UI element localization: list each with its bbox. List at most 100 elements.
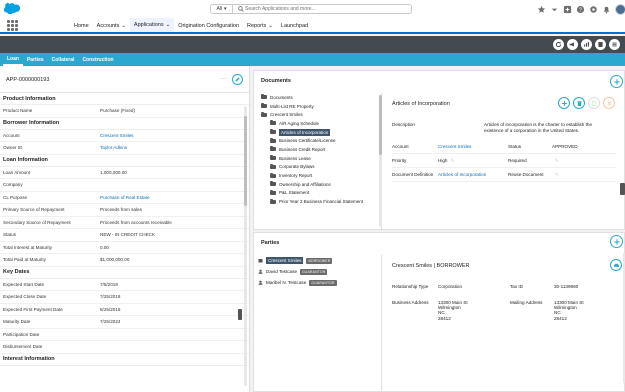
tree-item[interactable]: Business Lease xyxy=(254,154,381,163)
chevron-down-icon[interactable]: ⌄ xyxy=(268,23,273,29)
tab-parties[interactable]: Parties xyxy=(23,53,48,66)
tax-id-value: 30-1139960 xyxy=(554,284,579,289)
add-icon[interactable] xyxy=(563,5,572,14)
panel-resize-handle[interactable] xyxy=(238,309,242,320)
edit-button[interactable] xyxy=(232,74,243,85)
address-line: 28412 xyxy=(554,315,567,321)
nav-item[interactable]: Origination Configuration xyxy=(174,18,243,34)
field-label: Product Name xyxy=(3,108,33,114)
tree-item[interactable]: Business Credit Report xyxy=(254,145,381,154)
required-label: Required xyxy=(508,158,527,163)
tree-item[interactable]: Crescent Smiles xyxy=(254,110,381,119)
party-item[interactable]: Crescent Smiles BORROWER xyxy=(254,255,381,266)
help-icon[interactable]: ? xyxy=(576,5,585,14)
salesforce-logo[interactable] xyxy=(4,3,21,15)
tree-item[interactable]: Ownership and Affiliations xyxy=(254,180,381,189)
field-link[interactable]: Crescent Smiles xyxy=(100,133,133,138)
pencil-icon[interactable]: ✎ xyxy=(555,172,559,177)
field-label: Total Interest at Maturity xyxy=(3,244,53,250)
tab-construction[interactable]: Construction xyxy=(78,53,117,66)
search-input[interactable] xyxy=(245,5,411,13)
address-line: 28412 xyxy=(438,315,451,321)
nav-item[interactable]: Reports ⌄ xyxy=(243,18,277,34)
document-detail-title: Articles of Incorporation xyxy=(392,101,450,107)
tree-scrollbar[interactable] xyxy=(379,95,382,227)
folder-icon xyxy=(270,146,276,152)
party-item[interactable]: David Testcase GUARANTOR xyxy=(254,266,381,277)
tab-loan[interactable]: Loan xyxy=(3,53,23,66)
search-scope-dropdown[interactable]: All ▾ xyxy=(211,5,233,13)
field-link[interactable]: Taylor Adkins xyxy=(100,145,127,150)
global-search: All ▾ xyxy=(210,4,412,14)
settings-icon[interactable] xyxy=(589,5,598,14)
business-address-label: Business Address xyxy=(392,300,429,305)
refresh-icon[interactable] xyxy=(553,39,564,50)
plus-icon xyxy=(613,78,620,85)
stats-icon[interactable] xyxy=(581,39,592,50)
field-row: Company xyxy=(0,179,249,192)
tree-item-label: Crescent Smiles xyxy=(270,112,303,118)
field-row: Disbursement Date xyxy=(0,341,249,354)
upload-button[interactable] xyxy=(558,97,570,109)
party-name: Crescent Smiles xyxy=(266,257,304,264)
party-item[interactable]: Maribel N. Testcase GUARANTOR xyxy=(254,277,381,288)
scrollbar[interactable] xyxy=(244,106,247,386)
app-nav-bar: Home Accounts ⌄ Applications ⌄ Origination Co… xyxy=(0,18,625,34)
nav-item[interactable]: Applications ⌄ xyxy=(129,18,175,34)
plus-icon xyxy=(613,238,620,245)
nav-item[interactable]: Home xyxy=(70,18,93,34)
tree-item[interactable]: Multi-List RE Property xyxy=(254,102,381,111)
field-value: NEW - IN CREDIT CHECK xyxy=(100,232,156,238)
nav-item[interactable]: Launchpad xyxy=(277,18,312,34)
app-launcher-icon[interactable] xyxy=(7,20,18,31)
party-detail: Crescent Smiles | BORROWER Relationship … xyxy=(384,255,624,391)
description-label: Description xyxy=(392,122,415,127)
tree-item[interactable]: Documents xyxy=(254,93,381,102)
view-party-button[interactable] xyxy=(610,259,622,271)
announcement-icon[interactable] xyxy=(567,39,578,50)
tree-item[interactable]: P&L Statement xyxy=(254,189,381,198)
panel-resize-handle[interactable] xyxy=(620,183,625,195)
copy-button[interactable] xyxy=(588,97,600,109)
business-address-value: 13300 Main St Wilmington NC 28412 xyxy=(438,300,510,321)
account-link[interactable]: Crescent Smiles xyxy=(438,144,508,149)
field-row: Participation Date xyxy=(0,329,249,341)
reject-button[interactable] xyxy=(603,97,615,109)
trash-icon xyxy=(576,100,582,106)
book-icon[interactable] xyxy=(595,39,606,50)
pencil-icon[interactable]: ✎ xyxy=(450,158,454,163)
field-value: 7/25/2018 xyxy=(100,294,121,300)
add-party-button[interactable] xyxy=(610,235,623,248)
pencil-icon[interactable]: ✎ xyxy=(555,158,559,163)
field-label: Owner ID xyxy=(3,145,23,151)
reuse-document-label: Reuse Document xyxy=(508,172,544,177)
more-actions-icon[interactable]: ··· xyxy=(220,76,226,82)
favorites-menu-icon[interactable] xyxy=(550,5,559,14)
tree-item[interactable]: Inventory Report xyxy=(254,171,381,180)
folder-icon xyxy=(270,163,276,169)
header-utility-icons: ? xyxy=(537,4,625,15)
field-label: Maturity Date xyxy=(3,319,31,325)
add-document-button[interactable] xyxy=(610,75,623,88)
tree-item[interactable]: Business Certificate/License xyxy=(254,136,381,145)
nav-item[interactable]: Accounts ⌄ xyxy=(93,18,130,34)
notifications-icon[interactable] xyxy=(602,5,611,14)
party-role-badge: GUARANTOR xyxy=(309,279,337,286)
document-definition-link[interactable]: Articles of Incorporation xyxy=(438,172,508,177)
tree-item[interactable]: Prior Year 2 Business Financial Statemen… xyxy=(254,197,381,206)
field-row: Status NEW - IN CREDIT CHECK xyxy=(0,229,249,242)
field-link[interactable]: Purchase of Real Estate xyxy=(100,195,150,200)
chevron-down-icon[interactable]: ⌄ xyxy=(166,22,171,28)
tab-collateral[interactable]: Collateral xyxy=(48,53,79,66)
field-label: Participation Date xyxy=(3,331,40,337)
section-title: Key Dates xyxy=(0,267,249,279)
chevron-down-icon[interactable]: ⌄ xyxy=(121,23,126,29)
tree-item[interactable]: Articles of Incorporation xyxy=(254,128,381,137)
folder-icon xyxy=(270,155,276,161)
favorites-icon[interactable] xyxy=(537,5,546,14)
user-avatar[interactable] xyxy=(615,4,625,15)
menu-icon[interactable] xyxy=(609,39,620,50)
delete-button[interactable] xyxy=(573,97,585,109)
tree-item[interactable]: Corporate Bylaws xyxy=(254,163,381,172)
tree-item[interactable]: A/R Aging Schedule xyxy=(254,119,381,128)
